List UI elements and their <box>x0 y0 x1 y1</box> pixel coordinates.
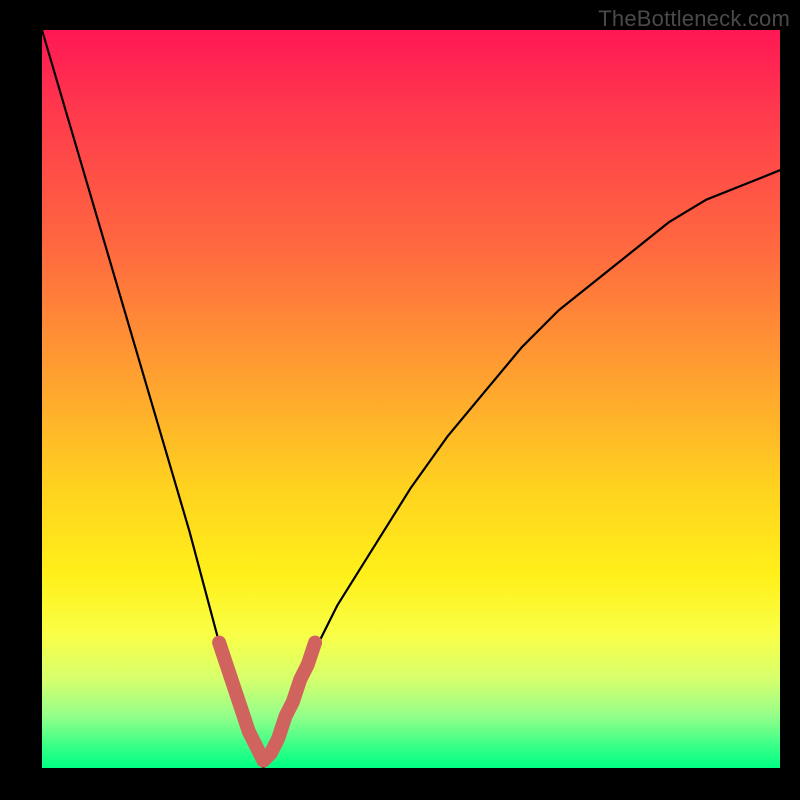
highlight-near-min <box>219 643 315 761</box>
curve-svg <box>42 30 780 768</box>
bottleneck-curve <box>42 30 780 768</box>
plot-area <box>42 30 780 768</box>
chart-frame: TheBottleneck.com <box>0 0 800 800</box>
watermark-text: TheBottleneck.com <box>598 6 790 32</box>
